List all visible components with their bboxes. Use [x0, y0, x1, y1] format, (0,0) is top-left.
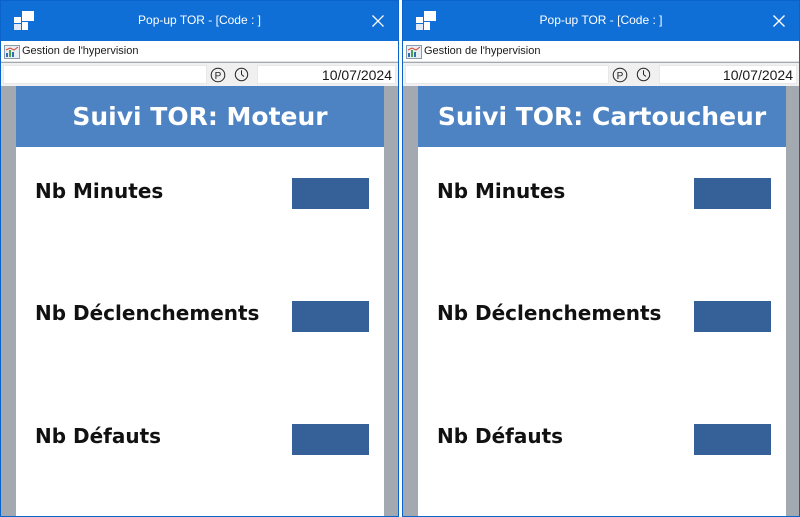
metric-label-minutes: Nb Minutes — [437, 179, 566, 203]
window-title: Pop-up TOR - [Code : ] — [138, 13, 261, 27]
title-bar[interactable]: Pop-up TOR - [Code : ] — [1, 1, 398, 41]
metric-label-declenchements: Nb Déclenchements — [437, 301, 662, 325]
metric-value-minutes — [292, 178, 369, 209]
p-circle-icon[interactable]: P — [612, 67, 628, 83]
search-field[interactable] — [405, 65, 609, 84]
panel-title: Suivi TOR: Cartoucheur — [418, 86, 786, 147]
date-field[interactable]: 10/07/2024 — [659, 65, 797, 84]
metric-label-declenchements: Nb Déclenchements — [35, 301, 260, 325]
toolbar: P 10/07/2024 — [403, 63, 799, 86]
menu-item-gestion-hypervision[interactable]: Gestion de l'hypervision — [22, 45, 138, 57]
popup-window-cartoucheur: Pop-up TOR - [Code : ] Gestion de l'hype… — [402, 0, 800, 517]
panel-title: Suivi TOR: Moteur — [16, 86, 384, 147]
svg-text:P: P — [215, 71, 222, 82]
hypervision-icon — [406, 44, 422, 59]
clock-icon[interactable] — [234, 67, 249, 82]
metric-label-minutes: Nb Minutes — [35, 179, 164, 203]
popup-window-moteur: Pop-up TOR - [Code : ] Gestion de l'hype… — [0, 0, 399, 517]
search-field[interactable] — [3, 65, 207, 84]
panel-content: Suivi TOR: Moteur Nb Minutes Nb Déclench… — [16, 86, 384, 516]
close-button[interactable] — [759, 1, 799, 41]
metric-label-defauts: Nb Défauts — [437, 424, 564, 448]
metric-value-defauts — [694, 424, 771, 455]
metric-label-defauts: Nb Défauts — [35, 424, 162, 448]
metric-value-declenchements — [694, 301, 771, 332]
menu-item-gestion-hypervision[interactable]: Gestion de l'hypervision — [424, 45, 540, 57]
title-bar[interactable]: Pop-up TOR - [Code : ] — [403, 1, 799, 41]
close-button[interactable] — [358, 1, 398, 41]
metric-value-declenchements — [292, 301, 369, 332]
panel-content: Suivi TOR: Cartoucheur Nb Minutes Nb Déc… — [418, 86, 786, 516]
clock-icon[interactable] — [636, 67, 651, 82]
close-icon — [773, 12, 785, 31]
metric-value-minutes — [694, 178, 771, 209]
window-title: Pop-up TOR - [Code : ] — [539, 13, 663, 27]
date-field[interactable]: 10/07/2024 — [257, 65, 396, 84]
svg-text:P: P — [617, 71, 624, 82]
p-circle-icon[interactable]: P — [210, 67, 226, 83]
menu-bar: Gestion de l'hypervision — [1, 41, 398, 62]
toolbar: P 10/07/2024 — [1, 63, 398, 86]
metric-value-defauts — [292, 424, 369, 455]
hypervision-icon — [4, 44, 20, 59]
menu-bar: Gestion de l'hypervision — [403, 41, 799, 62]
close-icon — [372, 12, 384, 31]
